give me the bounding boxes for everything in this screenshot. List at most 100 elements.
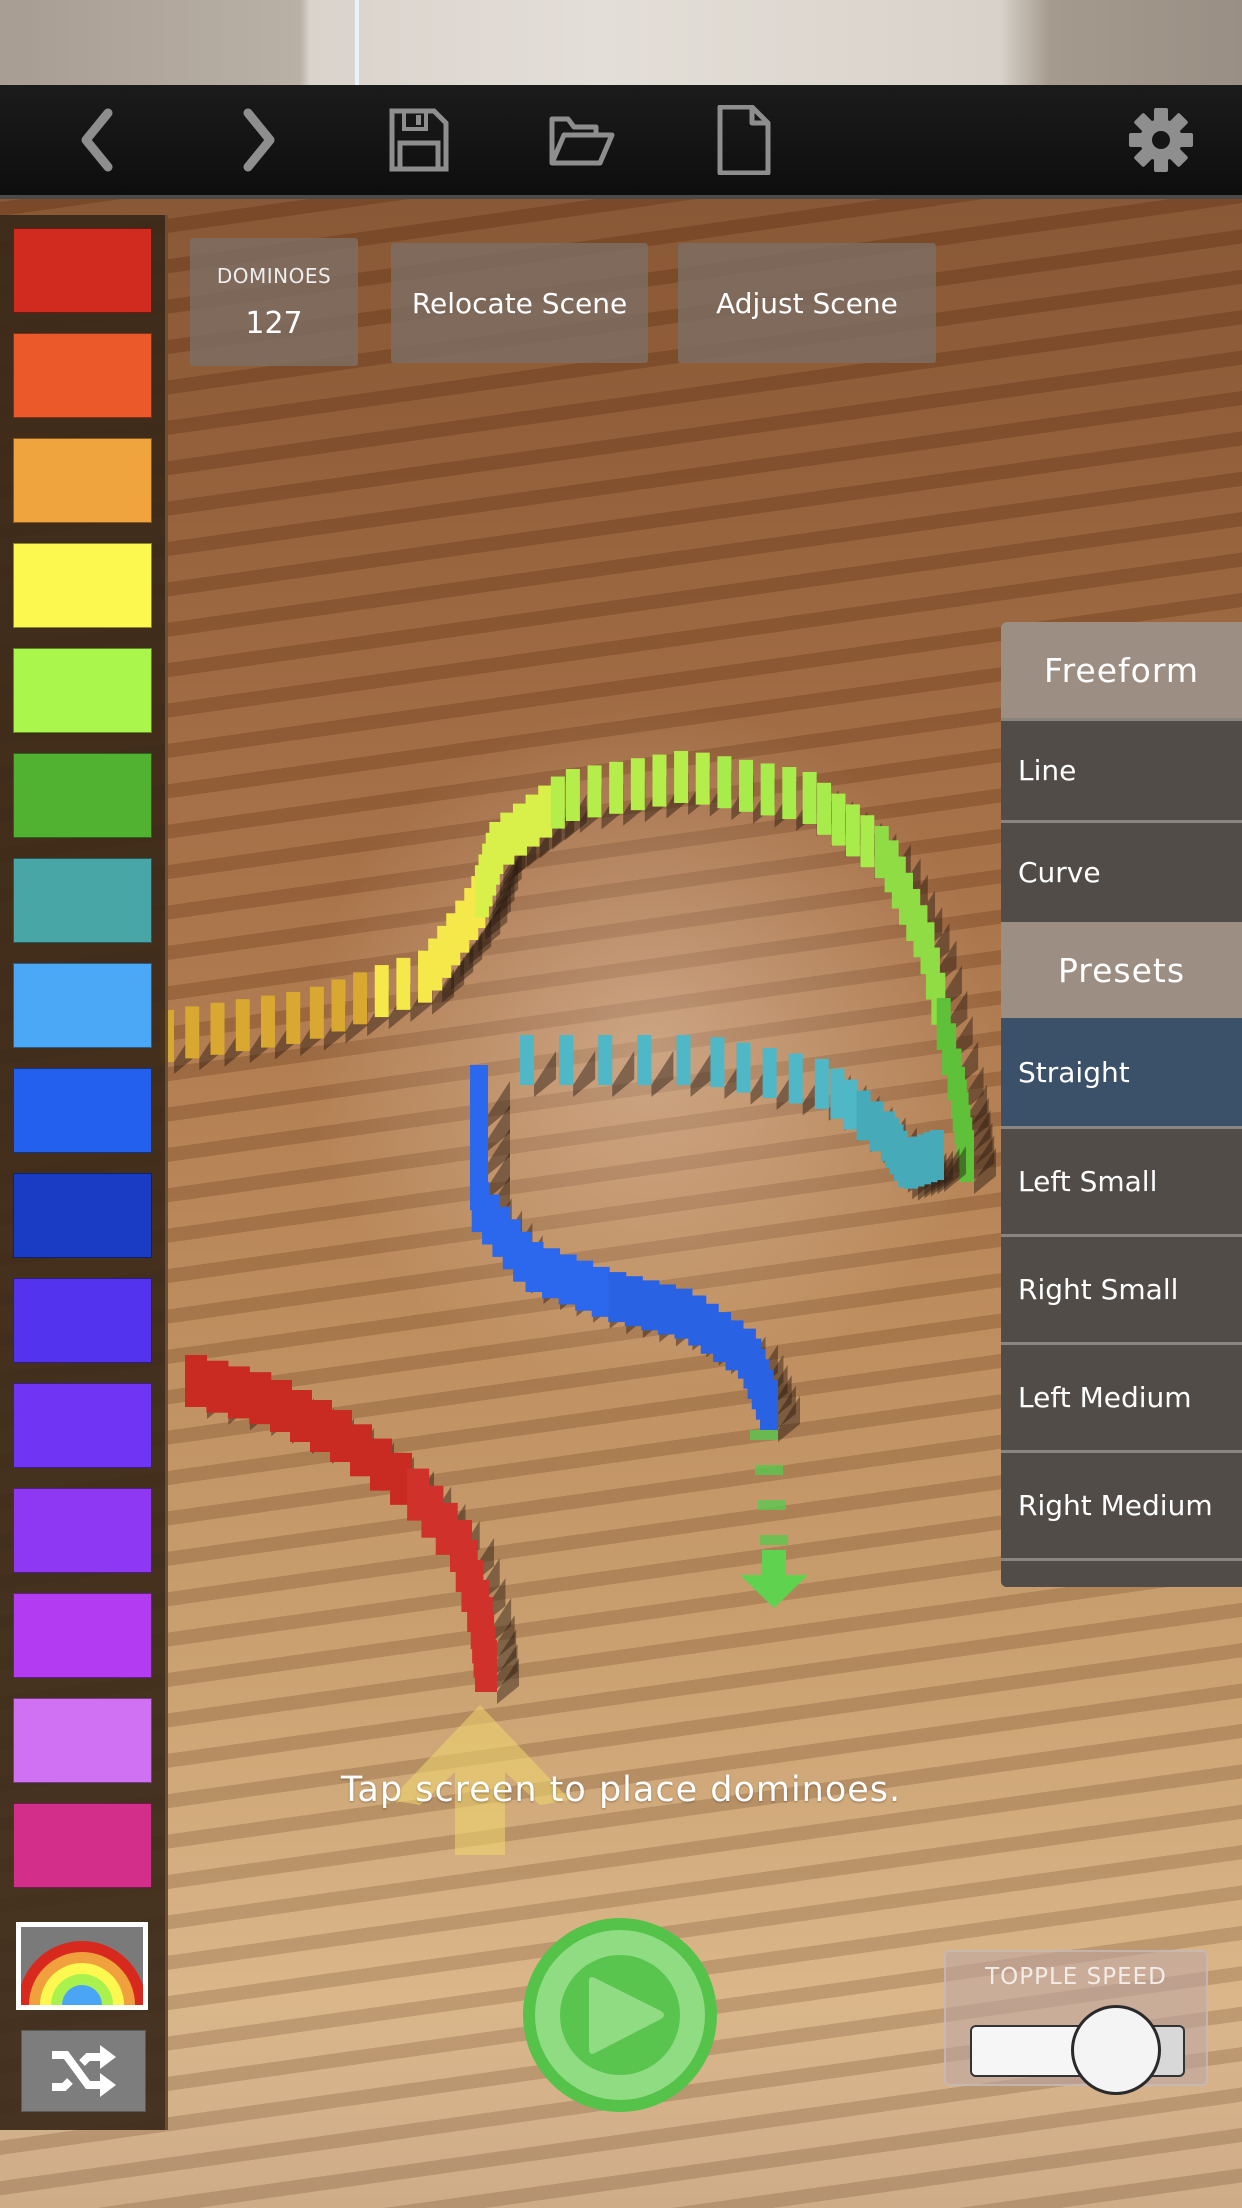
domino-red [350,1424,372,1477]
new-file-button[interactable] [702,99,784,181]
settings-button[interactable] [1120,99,1202,181]
domino-shadow [443,1503,466,1550]
color-swatch[interactable] [13,333,152,418]
domino-shadow [271,1390,294,1437]
domino-shadow [497,1658,519,1704]
color-swatch[interactable] [13,1593,152,1678]
shuffle-icon [51,2045,116,2097]
chevron-right-icon [243,108,275,172]
color-swatch[interactable] [13,1173,152,1258]
topple-speed-label: TOPPLE SPEED [985,1964,1167,1990]
camera-background-floor-light [300,700,1000,1400]
camera-background-door-edge [355,0,359,85]
domino-shadow [392,1456,414,1503]
domino-shadow [477,1558,500,1604]
domino-shadow [494,1629,517,1676]
chevron-left-icon [81,108,113,172]
domino-red [370,1438,392,1491]
preset-item-straight[interactable]: Straight [1001,1018,1242,1126]
gear-icon [1129,108,1193,172]
domino-shadow [492,1615,515,1662]
domino-red [435,1502,458,1555]
forward-button[interactable] [216,99,298,181]
domino-shadow [483,1578,506,1624]
color-swatch[interactable] [13,858,152,943]
direction-arrow-dash [755,1465,783,1475]
domino-counter: DOMINOES 127 [190,238,358,366]
direction-arrow-icon [740,1550,808,1608]
domino-shadow [249,1017,272,1064]
domino-shadow [207,1373,229,1419]
color-swatch[interactable] [13,1803,152,1888]
domino-red [470,1597,493,1650]
domino-green-yellow [286,991,301,1044]
freeform-header: Freeform [1001,622,1242,718]
back-button[interactable] [58,99,140,181]
color-swatch[interactable] [13,963,152,1048]
domino-shadow [174,1028,196,1074]
domino-shadow [199,1024,222,1071]
domino-red [206,1360,229,1413]
domino-green-yellow [235,999,250,1052]
domino-red [475,1640,497,1692]
play-icon [589,1977,664,2054]
topple-speed-slider-fill [972,2027,1078,2075]
color-swatch[interactable] [13,1278,152,1363]
color-palette [0,215,168,2130]
rainbow-color-button[interactable] [16,1922,148,2010]
color-swatch[interactable] [13,543,152,628]
domino-shadow [332,1418,354,1464]
domino-red [421,1485,444,1538]
color-swatch[interactable] [13,648,152,733]
domino-green-yellow [260,995,275,1048]
color-swatch[interactable] [13,1068,152,1153]
domino-red [390,1452,412,1505]
mode-item-line[interactable]: Line [1001,718,1242,820]
domino-shadow [224,1020,247,1067]
rainbow-icon [21,1941,143,2005]
save-button[interactable] [378,99,460,181]
topple-speed-control: TOPPLE SPEED [944,1950,1208,2095]
color-swatch[interactable] [13,1383,152,1468]
domino-green-yellow [210,1002,225,1055]
topple-speed-slider-thumb[interactable] [1070,2005,1161,2095]
shuffle-colors-button[interactable] [21,2030,146,2112]
domino-red [472,1611,495,1664]
color-swatch[interactable] [13,228,152,313]
direction-arrow-dash [760,1535,788,1545]
domino-shadow [372,1442,394,1489]
domino-red [330,1410,352,1462]
mode-item-curve[interactable]: Curve [1001,820,1242,922]
presets-header: Presets [1001,922,1242,1018]
preset-item-left-small[interactable]: Left Small [1001,1126,1242,1234]
folder-open-icon [549,116,615,166]
domino-shadow [769,1375,792,1422]
preset-list-more[interactable] [1001,1558,1242,1587]
preset-item-left-medium[interactable]: Left Medium [1001,1342,1242,1450]
color-swatch[interactable] [13,438,152,523]
color-swatch[interactable] [13,753,152,838]
domino-shadow [457,1520,480,1567]
direction-arrow-dash [750,1430,778,1440]
camera-background-wall [0,0,1242,85]
preset-item-right-small[interactable]: Right Small [1001,1234,1242,1342]
top-toolbar [0,85,1242,199]
preset-item-right-medium[interactable]: Right Medium [1001,1450,1242,1558]
domino-shadow [429,1486,452,1533]
domino-shadow [228,1378,251,1425]
domino-red [407,1468,430,1521]
play-topple-button[interactable] [523,1918,717,2112]
color-swatch[interactable] [13,1488,152,1573]
domino-red [270,1380,292,1432]
domino-green-yellow [185,1006,200,1059]
placement-hint: Tap screen to place dominoes. [340,1770,902,1810]
new-file-icon [717,105,771,175]
domino-shadow [489,1598,512,1644]
domino-shadow [472,1538,494,1584]
relocate-scene-button[interactable]: Relocate Scene [391,243,648,363]
adjust-scene-button[interactable]: Adjust Scene [678,243,936,363]
domino-shadow [292,1398,314,1444]
domino-counter-value: 127 [245,305,303,341]
direction-arrow-dash [758,1500,786,1510]
open-button[interactable] [540,99,622,181]
